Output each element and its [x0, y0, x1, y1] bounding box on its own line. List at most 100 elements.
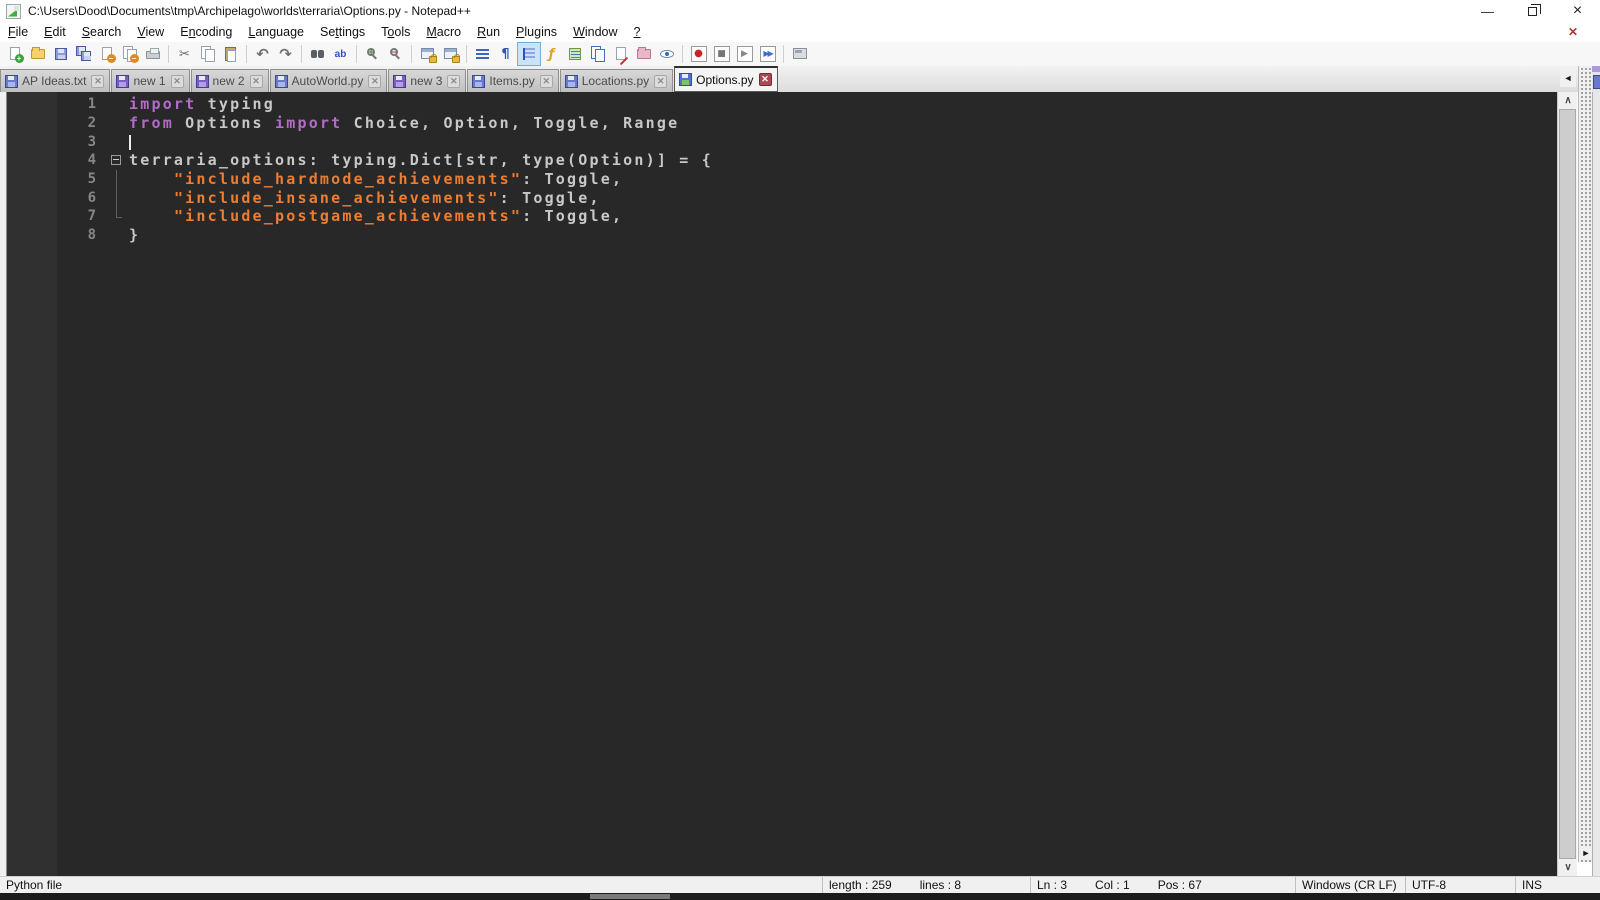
save-button[interactable] — [50, 43, 72, 65]
edit-document-button[interactable] — [610, 43, 632, 66]
menu-file[interactable]: File — [0, 23, 36, 41]
restore-button[interactable] — [1510, 0, 1555, 22]
code-line[interactable]: 8} — [88, 226, 1557, 245]
tab-close-icon[interactable]: ✕ — [249, 74, 263, 88]
find-button[interactable] — [307, 43, 329, 65]
code-line[interactable]: 4 terraria_options: typing.Dict[str, type… — [88, 151, 1557, 170]
vertical-scrollbar[interactable]: ∧ ∨ — [1557, 92, 1577, 876]
tab-close-icon[interactable]: ✕ — [447, 74, 461, 88]
cut-button[interactable]: ✂ — [174, 43, 196, 65]
menu-search[interactable]: Search — [74, 23, 130, 41]
menu-plugins[interactable]: Plugins — [508, 23, 565, 41]
menu-edit[interactable]: Edit — [36, 23, 74, 41]
replace-button[interactable]: ab — [330, 43, 352, 65]
document-list-icon — [589, 45, 607, 63]
close-document-button[interactable]: ✕ — [1568, 25, 1578, 39]
menu-tools[interactable]: Tools — [373, 23, 418, 41]
fold-margin-collapse[interactable] — [107, 151, 129, 170]
show-all-characters-button[interactable]: ¶ — [495, 43, 517, 65]
code-line[interactable]: 1 import typing — [88, 95, 1557, 114]
open-file-button[interactable] — [27, 43, 49, 65]
close-button[interactable]: × — [1555, 0, 1600, 22]
tab-close-icon[interactable]: ✕ — [368, 74, 382, 88]
paste-button[interactable] — [220, 43, 242, 65]
undo-button[interactable]: ↶ — [252, 43, 274, 65]
macro-save-icon — [791, 45, 809, 63]
status-encoding[interactable]: UTF-8 — [1405, 877, 1515, 893]
menu-language[interactable]: Language — [240, 23, 312, 41]
editor[interactable]: 1 import typing 2 from Options import Choic… — [0, 92, 1557, 876]
menu-bar: File Edit Search View Encoding Language Settin… — [0, 22, 1600, 42]
code-line[interactable]: 6 "include_insane_achievements": Toggle, — [88, 188, 1557, 207]
menu-settings[interactable]: Settings — [312, 23, 373, 41]
tab-items-py[interactable]: Items.py ✕ — [467, 69, 559, 92]
tab-ap-ideas-txt[interactable]: AP Ideas.txt ✕ — [0, 69, 111, 92]
sync-scroll-vertical-button[interactable] — [417, 43, 439, 65]
undo-icon: ↶ — [256, 44, 269, 63]
fold-collapse-icon[interactable] — [111, 155, 121, 166]
code-line[interactable]: 3 — [88, 132, 1557, 151]
indent-guide-button[interactable] — [516, 42, 541, 66]
tab-close-icon[interactable]: ✕ — [539, 74, 553, 88]
line-number: 7 — [87, 208, 97, 225]
tab-close-icon[interactable]: ✕ — [91, 74, 105, 88]
status-ln: Ln : 3 — [1037, 878, 1068, 892]
tab-new-1[interactable]: new 1 ✕ — [111, 69, 190, 92]
toolbar-separator — [168, 45, 169, 63]
document-monitor-button[interactable] — [656, 43, 678, 65]
zoom-in-button[interactable] — [362, 43, 384, 65]
menu-window[interactable]: Window — [565, 23, 625, 41]
tab-new-2[interactable]: new 2 ✕ — [190, 69, 269, 92]
menu-encoding[interactable]: Encoding — [172, 23, 240, 41]
word-wrap-button[interactable] — [472, 43, 494, 65]
menu-help[interactable]: ? — [626, 23, 649, 41]
tab-close-icon[interactable]: ✕ — [654, 74, 668, 88]
project-folder-button[interactable] — [633, 43, 655, 65]
code-line[interactable]: 7 "include_postgame_achievements": Toggl… — [88, 207, 1557, 226]
splitter-arrow-button[interactable]: ► — [1580, 846, 1592, 860]
minimize-button[interactable]: — — [1465, 0, 1510, 22]
document-list-button[interactable] — [587, 43, 609, 65]
macro-record-icon: ● — [690, 45, 708, 63]
menu-view[interactable]: View — [129, 23, 172, 41]
macro-save-button[interactable] — [789, 43, 811, 65]
redo-button[interactable]: ↷ — [275, 43, 297, 65]
tab-scroll-left-button[interactable]: ◄ — [1560, 69, 1576, 87]
restore-icon — [1528, 3, 1541, 16]
window-title: C:\Users\Dood\Documents\tmp\Archipelago\… — [28, 4, 471, 18]
word-wrap-icon — [474, 45, 492, 63]
code-line[interactable]: 5 "include_hardmode_achievements": Toggl… — [88, 169, 1557, 189]
status-eol-format[interactable]: Windows (CR LF) — [1295, 877, 1405, 893]
tab-options-py[interactable]: Options.py ✕ — [674, 66, 778, 92]
zoom-out-button[interactable] — [385, 43, 407, 65]
scrollbar-down-button[interactable]: ∨ — [1558, 859, 1578, 876]
code-line[interactable]: 2 from Options import Choice, Option, Tog… — [88, 114, 1557, 133]
sync-scroll-horizontal-button[interactable] — [440, 43, 462, 65]
copy-button[interactable] — [197, 43, 219, 65]
macro-record-button[interactable]: ● — [688, 43, 710, 65]
tab-new-3[interactable]: new 3 ✕ — [388, 69, 467, 92]
document-map-button[interactable] — [564, 43, 586, 65]
tab-autoworld-py[interactable]: AutoWorld.py ✕ — [269, 69, 388, 92]
fold-margin — [107, 169, 129, 189]
close-all-button[interactable]: − — [119, 43, 141, 65]
macro-play-button[interactable]: ▶ — [734, 43, 756, 65]
splitter-grip[interactable] — [1578, 66, 1592, 862]
macro-stop-button[interactable]: ■ — [711, 43, 733, 65]
scrollbar-thumb[interactable] — [1559, 109, 1576, 859]
status-insert-mode[interactable]: INS — [1515, 877, 1600, 893]
tab-close-icon[interactable]: ✕ — [758, 73, 772, 86]
close-button[interactable]: − — [96, 43, 118, 65]
print-button[interactable] — [142, 43, 164, 65]
menu-run[interactable]: Run — [469, 23, 508, 41]
macro-run-multiple-button[interactable]: ▶▶ — [757, 43, 779, 65]
function-list-button[interactable]: ƒ — [541, 43, 563, 65]
menu-macro[interactable]: Macro — [418, 23, 469, 41]
window-left-border — [0, 92, 7, 876]
scrollbar-up-button[interactable]: ∧ — [1558, 92, 1578, 109]
tab-locations-py[interactable]: Locations.py ✕ — [559, 69, 674, 92]
tab-close-icon[interactable]: ✕ — [170, 74, 184, 88]
code-area[interactable]: 1 import typing 2 from Options import Choic… — [57, 92, 1557, 876]
save-all-button[interactable] — [73, 43, 95, 65]
new-file-button[interactable]: + — [4, 43, 26, 65]
